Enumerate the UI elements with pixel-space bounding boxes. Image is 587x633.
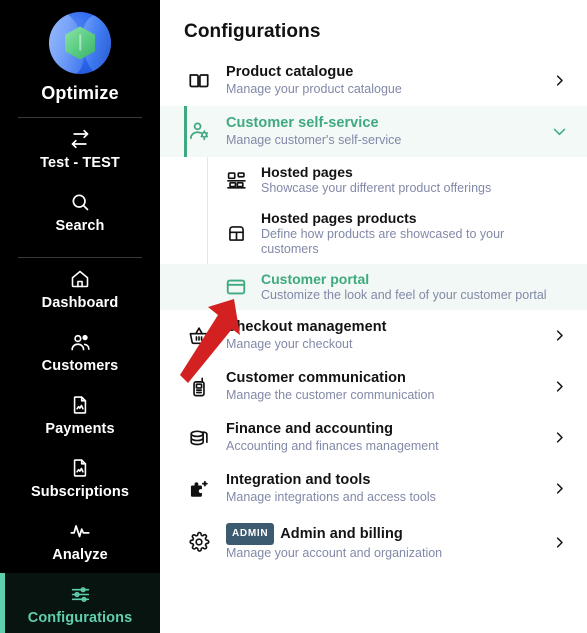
config-row-integration-tools[interactable]: Integration and tools Manage integration… [160, 463, 587, 514]
sidebar-item-label: Dashboard [41, 295, 119, 311]
coins-stack-icon [184, 427, 214, 449]
config-row-title: Customer communication [226, 370, 406, 386]
sliders-icon [70, 584, 91, 604]
subitem-subtitle: Customize the look and feel of your cust… [261, 288, 547, 302]
status-badge: ADMIN [226, 523, 275, 545]
sidebar-item-subscriptions[interactable]: Subscriptions [0, 447, 160, 510]
config-row-title: Integration and tools [226, 472, 371, 488]
optimize-logo-icon [49, 12, 111, 74]
config-row-title-text: Admin and billing [280, 526, 403, 542]
users-icon [70, 332, 91, 352]
subitem-hosted-pages-products[interactable]: Hosted pages products Define how product… [160, 203, 587, 264]
user-settings-icon [184, 120, 214, 143]
sidebar: Optimize Test - TEST Search Dashboard Cu… [0, 0, 160, 633]
config-row-finance-accounting[interactable]: Finance and accounting Accounting and fi… [160, 412, 587, 463]
config-row-subtitle: Manage your checkout [226, 337, 353, 351]
config-row-subtitle: Accounting and finances management [226, 439, 439, 453]
sidebar-item-label: Customers [41, 358, 119, 374]
chevron-right-icon[interactable] [549, 328, 569, 343]
sidebar-item-analyze[interactable]: Analyze [0, 510, 160, 573]
book-open-icon [184, 70, 214, 92]
sidebar-item-search[interactable]: Search [0, 181, 160, 244]
home-icon [70, 269, 90, 289]
config-row-text: Integration and tools Manage integration… [214, 472, 549, 505]
sidebar-item-payments[interactable]: Payments [0, 384, 160, 447]
customer-self-service-subitems: Hosted pages Showcase your different pro… [160, 157, 587, 310]
chevron-right-icon[interactable] [549, 535, 569, 550]
config-row-text: Customer communication Manage the custom… [214, 370, 549, 403]
chevron-right-icon[interactable] [549, 379, 569, 394]
chevron-down-icon[interactable] [549, 123, 569, 140]
package-box-icon [222, 223, 250, 244]
config-row-customer-communication[interactable]: Customer communication Manage the custom… [160, 361, 587, 412]
subitem-customer-portal[interactable]: Customer portal Customize the look and f… [160, 264, 587, 310]
subitem-text: Hosted pages Showcase your different pro… [250, 164, 569, 196]
sidebar-item-label: Test - TEST [40, 155, 120, 171]
document-chart-icon [70, 395, 90, 415]
config-row-title: Product catalogue [226, 64, 354, 80]
config-row-product-catalogue[interactable]: Product catalogue Manage your product ca… [160, 55, 587, 106]
pulse-icon [69, 521, 91, 541]
config-row-subtitle: Manage the customer communication [226, 388, 435, 402]
config-row-subtitle: Manage customer's self-service [226, 133, 402, 147]
config-row-subtitle: Manage integrations and access tools [226, 490, 436, 504]
layout-grid-icon [222, 170, 250, 191]
browser-window-icon [222, 276, 250, 298]
config-row-customer-self-service[interactable]: Customer self-service Manage customer's … [160, 106, 587, 157]
walkie-talkie-icon [184, 376, 214, 398]
config-row-title: ADMIN Admin and billing [226, 523, 541, 545]
subitem-subtitle: Define how products are showcased to you… [261, 227, 505, 256]
sidebar-item-configurations[interactable]: Configurations [0, 573, 160, 633]
transfer-arrows-icon [70, 129, 90, 149]
sidebar-item-dashboard[interactable]: Dashboard [0, 258, 160, 321]
subitem-text: Hosted pages products Define how product… [250, 210, 569, 257]
gear-icon [184, 531, 214, 553]
subitem-subtitle: Showcase your different product offering… [261, 181, 492, 195]
sidebar-item-test[interactable]: Test - TEST [0, 118, 160, 181]
chevron-right-icon[interactable] [549, 481, 569, 496]
sidebar-item-label: Payments [45, 421, 115, 437]
sidebar-item-label: Subscriptions [31, 484, 129, 500]
sidebar-item-label: Analyze [52, 547, 108, 563]
chevron-right-icon[interactable] [549, 430, 569, 445]
sidebar-item-label: Configurations [27, 610, 133, 626]
config-row-title: Customer self-service [226, 115, 379, 131]
puzzle-piece-icon [184, 478, 214, 500]
app-root: Optimize Test - TEST Search Dashboard Cu… [0, 0, 587, 633]
page-title: Configurations [184, 21, 321, 42]
subitem-hosted-pages[interactable]: Hosted pages Showcase your different pro… [160, 157, 587, 203]
document-chart-icon [70, 458, 90, 478]
config-row-title: Finance and accounting [226, 421, 394, 437]
main-content: Configurations Product catalogue Manage … [160, 0, 587, 633]
config-row-subtitle: Manage your product catalogue [226, 82, 402, 96]
sidebar-item-customers[interactable]: Customers [0, 321, 160, 384]
chevron-right-icon[interactable] [549, 73, 569, 88]
config-row-text: Customer self-service Manage customer's … [214, 115, 549, 148]
shopping-basket-icon [184, 325, 214, 347]
config-row-text: Product catalogue Manage your product ca… [214, 64, 549, 97]
brand-name: Optimize [41, 83, 119, 103]
brand-block[interactable]: Optimize [0, 0, 160, 104]
subitem-text: Customer portal Customize the look and f… [250, 271, 569, 303]
subitem-title: Hosted pages products [261, 210, 417, 226]
configurations-list: Product catalogue Manage your product ca… [160, 55, 587, 570]
search-icon [70, 192, 90, 212]
config-row-text: Checkout management Manage your checkout [214, 319, 549, 352]
config-row-subtitle: Manage your account and organization [226, 546, 443, 560]
config-row-title: Checkout management [226, 319, 387, 335]
config-row-text: ADMIN Admin and billing Manage your accou… [214, 523, 549, 561]
subitem-title: Hosted pages [261, 164, 353, 180]
sidebar-item-label: Search [55, 218, 105, 234]
config-row-admin-billing[interactable]: ADMIN Admin and billing Manage your accou… [160, 514, 587, 570]
subitem-title: Customer portal [261, 271, 370, 287]
config-row-text: Finance and accounting Accounting and fi… [214, 421, 549, 454]
config-row-checkout-management[interactable]: Checkout management Manage your checkout [160, 310, 587, 361]
